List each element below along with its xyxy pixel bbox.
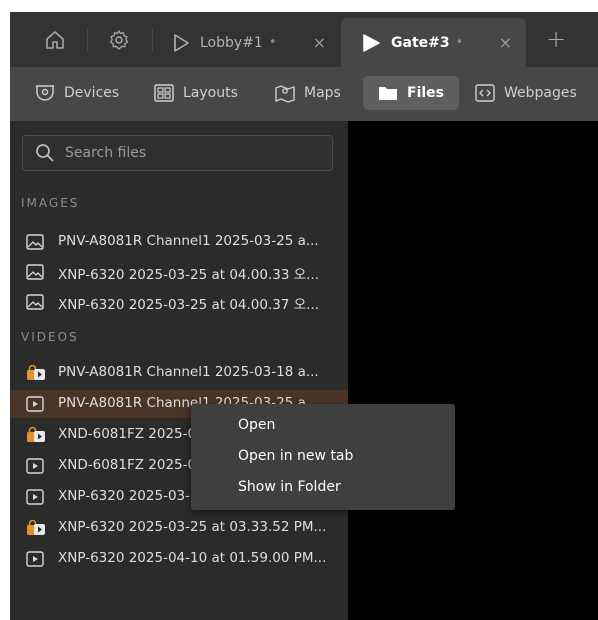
locked-video-icon: [26, 519, 46, 536]
file-name: XND-6081FZ 2025-0: [58, 457, 197, 473]
image-file-item[interactable]: PNV-A8081R Channel1 2025-03-25 a...: [10, 228, 348, 256]
locked-video-icon: [26, 426, 46, 443]
toolbar-label: Files: [407, 85, 444, 101]
toolbar-label: Layouts: [183, 85, 238, 101]
file-name: XNP-6320 2025-03-25 at 04.00.33 오...: [58, 267, 320, 283]
search-box[interactable]: [22, 135, 333, 171]
toolbar-label: Maps: [304, 85, 341, 101]
tab-lobby[interactable]: Lobby#1 • ×: [162, 18, 340, 67]
image-icon: [26, 234, 44, 250]
file-name: XNP-6320 2025-03-: [58, 488, 190, 504]
video-file-item[interactable]: XNP-6320 2025-03-25 at 03.33.52 PM...: [10, 514, 348, 542]
file-name: PNV-A8081R Channel1 2025-03-25 a...: [58, 233, 319, 249]
play-icon: [361, 33, 381, 53]
menu-open-new-tab[interactable]: Open in new tab: [238, 448, 353, 464]
menu-show-in-folder[interactable]: Show in Folder: [238, 479, 341, 495]
tab-separator: [152, 29, 153, 51]
file-name: XNP-6320 2025-03-25 at 04.00.37 오...: [58, 297, 320, 313]
code-icon: [474, 83, 496, 103]
video-icon: [26, 489, 44, 505]
videos-section-header: VIDEOS: [21, 330, 79, 344]
home-icon[interactable]: [41, 26, 69, 54]
gear-icon[interactable]: [105, 26, 133, 54]
tab-gate[interactable]: Gate#3 • ×: [341, 18, 526, 67]
toolbar-label: Webpages: [504, 85, 577, 101]
tab-bar: Lobby#1 • × Gate#3 • × +: [10, 12, 598, 67]
file-name: PNV-A8081R Channel1 2025-03-18 a...: [58, 364, 319, 380]
app-window: Lobby#1 • × Gate#3 • × + Devices Layouts: [10, 12, 598, 620]
map-icon: [274, 83, 296, 103]
video-canvas[interactable]: [348, 121, 598, 620]
camera-icon: [34, 83, 56, 103]
video-icon: [26, 458, 44, 474]
images-section-header: IMAGES: [21, 196, 80, 210]
video-file-item[interactable]: PNV-A8081R Channel1 2025-03-18 a...: [10, 359, 348, 387]
toolbar-maps[interactable]: Maps: [268, 76, 360, 110]
search-input[interactable]: [63, 144, 307, 162]
close-tab-icon[interactable]: ×: [313, 33, 326, 52]
tab-separator: [87, 29, 88, 51]
tab-title: Gate#3: [391, 34, 450, 51]
files-panel: IMAGES PNV-A8081R Channel1 2025-03-25 a.…: [10, 121, 348, 620]
file-name: XND-6081FZ 2025-0: [58, 426, 197, 442]
search-icon: [35, 143, 55, 163]
close-tab-icon[interactable]: ×: [499, 33, 512, 52]
toolbar-devices[interactable]: Devices: [24, 76, 134, 110]
toolbar-webpages[interactable]: Webpages: [468, 76, 598, 110]
unsaved-dot: •: [268, 35, 277, 50]
image-file-item[interactable]: XNP-6320 2025-03-25 at 04.00.33 오...: [10, 258, 348, 286]
video-icon: [26, 396, 44, 412]
play-outline-icon: [172, 33, 190, 53]
file-name: XNP-6320 2025-04-10 at 01.59.00 PM...: [58, 550, 327, 566]
add-tab-button[interactable]: +: [543, 25, 569, 53]
toolbar-files[interactable]: Files: [363, 76, 459, 110]
toolbar-layouts[interactable]: Layouts: [147, 76, 255, 110]
video-file-item[interactable]: XNP-6320 2025-04-10 at 01.59.00 PM...: [10, 545, 348, 573]
folder-icon: [377, 83, 399, 103]
layout-grid-icon: [153, 83, 175, 103]
locked-video-icon: [26, 364, 46, 381]
menu-open[interactable]: Open: [238, 417, 275, 433]
tab-title: Lobby#1: [200, 34, 263, 51]
unsaved-dot: •: [455, 35, 464, 50]
video-icon: [26, 551, 44, 567]
toolbar: Devices Layouts Maps Files Webpages: [10, 67, 598, 121]
toolbar-label: Devices: [64, 85, 120, 101]
image-icon: [26, 264, 44, 280]
image-file-item[interactable]: XNP-6320 2025-03-25 at 04.00.37 오...: [10, 288, 348, 316]
image-icon: [26, 294, 44, 310]
file-name: XNP-6320 2025-03-25 at 03.33.52 PM...: [58, 519, 327, 535]
context-menu: Open Open in new tab Show in Folder: [191, 404, 455, 510]
